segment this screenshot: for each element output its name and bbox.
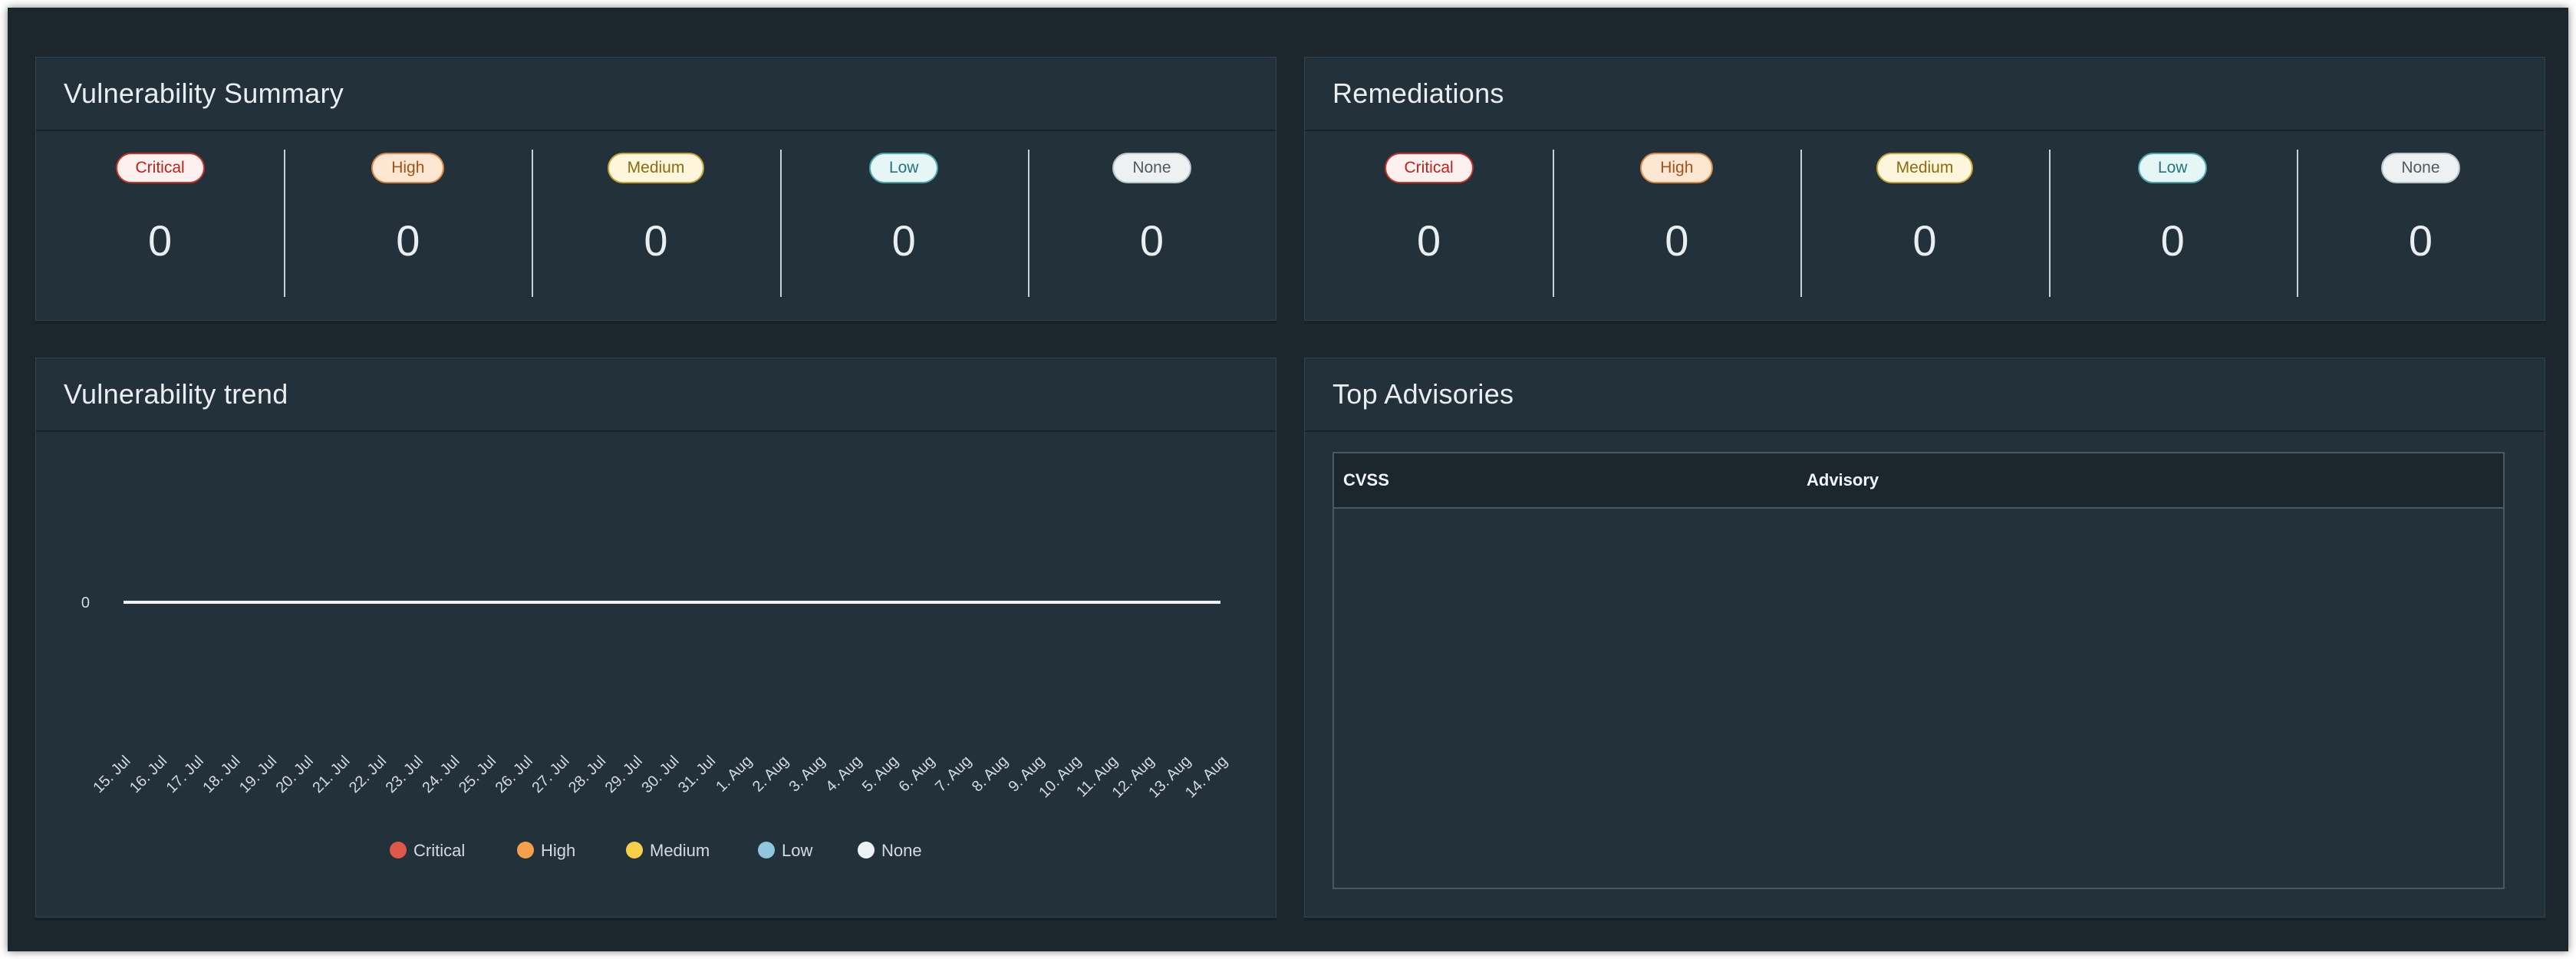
stat-high[interactable]: High 0 <box>284 131 532 300</box>
advisories-table: CVSS Advisory <box>1332 452 2505 889</box>
stat-count: 0 <box>1139 216 1164 265</box>
card-header: Top Advisories <box>1305 358 2545 432</box>
severity-badge-none: None <box>2381 153 2460 183</box>
stat-count: 0 <box>644 216 668 265</box>
x-tick-label: 31. Jul <box>675 753 719 796</box>
x-tick-label: 27. Jul <box>529 753 572 796</box>
x-tick-label: 18. Jul <box>199 753 243 796</box>
x-tick-label: 30. Jul <box>638 753 682 796</box>
stat-critical[interactable]: Critical 0 <box>1305 131 1553 300</box>
x-tick-label: 29. Jul <box>602 753 646 796</box>
x-tick-label: 16. Jul <box>127 753 170 796</box>
stat-count: 0 <box>396 216 420 265</box>
legend-item-high[interactable]: High <box>517 841 575 860</box>
x-tick-label: 26. Jul <box>492 753 536 796</box>
stat-medium[interactable]: Medium 0 <box>532 131 779 300</box>
stat-medium[interactable]: Medium 0 <box>1800 131 2048 300</box>
legend-label: Medium <box>650 841 710 860</box>
stat-count: 0 <box>2160 216 2185 265</box>
stat-low[interactable]: Low 0 <box>779 131 1028 300</box>
stat-critical[interactable]: Critical 0 <box>36 131 284 300</box>
severity-badge-none: None <box>1112 153 1191 183</box>
stat-count: 0 <box>1417 216 1441 265</box>
remediations-card: Remediations Critical 0 High 0 Medium 0 … <box>1304 57 2545 321</box>
x-tick-label: 21. Jul <box>309 753 353 796</box>
stat-count: 0 <box>1665 216 1689 265</box>
legend-label: High <box>541 841 575 860</box>
dashboard: Vulnerability Summary Critical 0 High 0 … <box>8 8 2568 951</box>
legend-label: Low <box>782 841 812 860</box>
x-tick-label: 1. Aug <box>713 753 756 796</box>
card-title: Vulnerability trend <box>64 378 288 410</box>
y-tick-label: 0 <box>81 595 90 611</box>
x-tick-label: 6. Aug <box>896 753 939 796</box>
legend-marker <box>517 842 534 858</box>
x-tick-label: 19. Jul <box>236 753 280 796</box>
legend-item-none[interactable]: None <box>858 841 922 860</box>
x-tick-label: 24. Jul <box>419 753 463 796</box>
stat-count: 0 <box>2408 216 2433 265</box>
x-tick-label: 2. Aug <box>749 753 792 796</box>
top-advisories-card: Top Advisories CVSS Advisory <box>1304 358 2545 918</box>
legend-item-low[interactable]: Low <box>758 841 812 860</box>
severity-badge-low: Low <box>2137 153 2208 183</box>
vulnerability-trend-card: Vulnerability trend 0 15. Jul 16. Jul 17. J… <box>35 358 1276 918</box>
column-header-advisory[interactable]: Advisory <box>1807 470 1879 490</box>
legend-marker <box>858 842 875 858</box>
severity-badge-medium: Medium <box>607 153 705 183</box>
card-title: Remediations <box>1332 77 1504 109</box>
card-title: Vulnerability Summary <box>64 77 344 109</box>
trend-chart: 0 15. Jul16. Jul17. Jul18. Jul19. Jul20. … <box>81 595 1231 860</box>
stat-count: 0 <box>1912 216 1937 265</box>
table-header: CVSS Advisory <box>1334 453 2503 509</box>
card-header: Remediations <box>1305 58 2545 131</box>
stat-low[interactable]: Low 0 <box>2048 131 2297 300</box>
column-header-cvss[interactable]: CVSS <box>1334 470 1807 490</box>
stat-count: 0 <box>891 216 916 265</box>
x-tick-label: 7. Aug <box>932 753 975 796</box>
legend-marker <box>390 842 407 858</box>
severity-badge-medium: Medium <box>1876 153 1974 183</box>
severity-badge-high: High <box>371 153 445 183</box>
vulnerability-summary-card: Vulnerability Summary Critical 0 High 0 … <box>35 57 1276 321</box>
stat-high[interactable]: High 0 <box>1553 131 1800 300</box>
severity-badge-low: Low <box>868 153 939 183</box>
severity-stats: Critical 0 High 0 Medium 0 Low 0 None 0 <box>36 131 1276 300</box>
legend-label: None <box>881 841 922 860</box>
legend-marker <box>626 842 643 858</box>
stat-count: 0 <box>148 216 173 265</box>
severity-badge-critical: Critical <box>115 153 205 183</box>
x-tick-label: 22. Jul <box>346 753 390 796</box>
x-tick-label: 23. Jul <box>383 753 427 796</box>
x-tick-label: 28. Jul <box>565 753 609 796</box>
x-tick-label: 17. Jul <box>163 753 207 796</box>
x-tick-label: 4. Aug <box>822 753 865 796</box>
stat-none[interactable]: None 0 <box>2296 131 2545 300</box>
card-title: Top Advisories <box>1332 378 1514 410</box>
legend-marker <box>758 842 775 858</box>
x-tick-label: 5. Aug <box>859 753 902 796</box>
x-tick-label: 20. Jul <box>273 753 317 796</box>
legend-item-critical[interactable]: Critical <box>390 841 465 860</box>
severity-badge-critical: Critical <box>1384 153 1474 183</box>
legend-item-medium[interactable]: Medium <box>626 841 710 860</box>
x-tick-label: 25. Jul <box>456 753 499 796</box>
x-tick-label: 3. Aug <box>786 753 829 796</box>
remediation-stats: Critical 0 High 0 Medium 0 Low 0 None 0 <box>1305 131 2545 300</box>
card-header: Vulnerability Summary <box>36 58 1276 131</box>
severity-badge-high: High <box>1640 153 1714 183</box>
card-header: Vulnerability trend <box>36 358 1276 432</box>
stat-none[interactable]: None 0 <box>1027 131 1276 300</box>
legend-label: Critical <box>413 841 465 860</box>
x-tick-label: 15. Jul <box>90 753 133 796</box>
x-tick-label: 8. Aug <box>969 753 1012 796</box>
